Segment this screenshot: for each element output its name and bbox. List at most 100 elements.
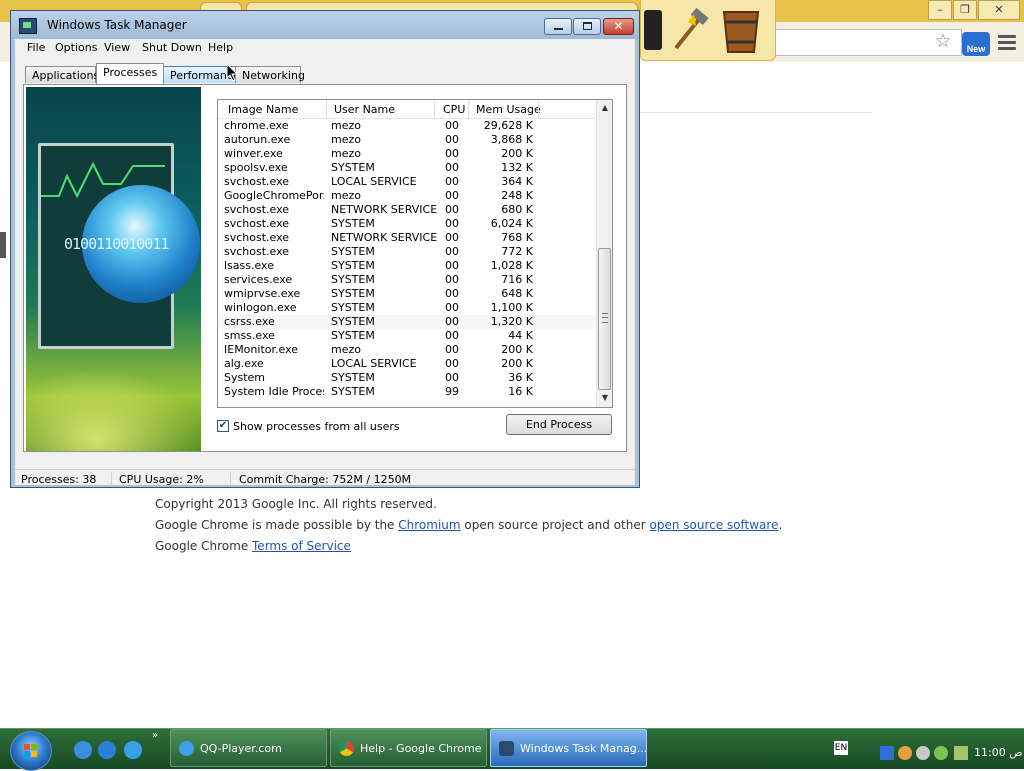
quicklaunch-ie-icon[interactable]: [98, 741, 116, 759]
vertical-scrollbar[interactable]: ▲ ▼: [596, 100, 612, 407]
tab-performance[interactable]: Performance: [163, 66, 240, 83]
tray-security-icon[interactable]: [934, 746, 948, 760]
chrome-minimize-button[interactable]: –: [928, 0, 952, 20]
status-commit-charge: Commit Charge: 752M / 1250M: [239, 473, 412, 486]
end-process-button[interactable]: End Process: [506, 414, 612, 435]
process-user-name: LOCAL SERVICE: [331, 357, 417, 370]
tab-processes[interactable]: Processes: [96, 63, 164, 84]
menu-options[interactable]: Options: [55, 41, 97, 54]
process-list-header: Image Name User Name CPU Mem Usage: [218, 100, 596, 119]
tos-prefix: Google Chrome: [155, 539, 253, 553]
process-user-name: mezo: [331, 147, 361, 160]
clock[interactable]: 11:00 ص: [974, 746, 1023, 759]
tray-network-icon[interactable]: [898, 746, 912, 760]
process-row[interactable]: smss.exe SYSTEM 00 44 K: [218, 329, 596, 343]
menu-help[interactable]: Help: [208, 41, 233, 54]
quicklaunch-qq-icon[interactable]: [124, 741, 142, 759]
close-icon: ✕: [613, 19, 624, 33]
process-user-name: mezo: [331, 343, 361, 356]
taskbar-item-label: QQ-Player.com: [200, 742, 282, 755]
chevron-icon[interactable]: »: [152, 730, 158, 741]
process-row[interactable]: csrss.exe SYSTEM 00 1,320 K: [218, 315, 596, 329]
process-row[interactable]: alg.exe LOCAL SERVICE 00 200 K: [218, 357, 596, 371]
task-manager-icon: [499, 741, 514, 756]
language-indicator[interactable]: EN: [834, 741, 848, 755]
maximize-button[interactable]: [573, 18, 601, 35]
scroll-up-icon[interactable]: ▲: [599, 101, 611, 115]
process-row[interactable]: services.exe SYSTEM 00 716 K: [218, 273, 596, 287]
process-row[interactable]: System SYSTEM 00 36 K: [218, 371, 596, 385]
tab-networking[interactable]: Networking: [235, 66, 305, 83]
col-cpu[interactable]: CPU: [443, 103, 465, 116]
scroll-thumb[interactable]: [598, 248, 611, 390]
process-row[interactable]: IEMonitor.exe mezo 00 200 K: [218, 343, 596, 357]
chrome-menu-icon[interactable]: [996, 32, 1018, 54]
process-mem-usage: 1,320 K: [490, 315, 533, 328]
process-row[interactable]: spoolsv.exe SYSTEM 00 132 K: [218, 161, 596, 175]
process-row[interactable]: svchost.exe NETWORK SERVICE 00 768 K: [218, 231, 596, 245]
open-source-link[interactable]: open source software: [649, 518, 778, 532]
col-mem-usage[interactable]: Mem Usage: [476, 103, 541, 116]
process-mem-usage: 3,868 K: [490, 133, 533, 146]
copyright-text: Copyright 2013 Google Inc. All rights re…: [155, 497, 437, 511]
menu-view[interactable]: View: [104, 41, 130, 54]
process-row[interactable]: wmiprvse.exe SYSTEM 00 648 K: [218, 287, 596, 301]
process-cpu: 00: [445, 245, 459, 258]
new-extension-icon[interactable]: New: [962, 32, 990, 56]
process-cpu: 00: [445, 259, 459, 272]
process-row[interactable]: lsass.exe SYSTEM 00 1,028 K: [218, 259, 596, 273]
side-grip: [0, 232, 6, 258]
process-user-name: SYSTEM: [331, 217, 375, 230]
tray-power-icon[interactable]: [954, 746, 968, 760]
process-row[interactable]: winver.exe mezo 00 200 K: [218, 147, 596, 161]
bookmark-star-icon[interactable]: ☆: [933, 31, 953, 51]
col-user-name[interactable]: User Name: [334, 103, 395, 116]
process-row[interactable]: chrome.exe mezo 00 29,628 K: [218, 119, 596, 133]
process-user-name: SYSTEM: [331, 329, 375, 342]
process-image-name: csrss.exe: [224, 315, 275, 328]
process-image-name: wmiprvse.exe: [224, 287, 301, 300]
scroll-down-icon[interactable]: ▼: [599, 391, 611, 405]
chrome-close-button[interactable]: ✕: [978, 0, 1020, 20]
process-row[interactable]: svchost.exe NETWORK SERVICE 00 680 K: [218, 203, 596, 217]
tray-volume-icon[interactable]: [916, 746, 930, 760]
new-badge-label: New: [966, 44, 986, 54]
taskbar-item-qq-player[interactable]: QQ-Player.com: [170, 729, 327, 767]
tray-app-icon[interactable]: [880, 746, 894, 760]
tshirt-icon[interactable]: [644, 10, 662, 50]
title-bar[interactable]: Windows Task Manager ✕: [11, 11, 639, 39]
process-list[interactable]: Image Name User Name CPU Mem Usage chrom…: [217, 99, 613, 408]
made-possible-suffix: .: [778, 518, 783, 532]
process-row[interactable]: svchost.exe SYSTEM 00 772 K: [218, 245, 596, 259]
status-processes: Processes: 38: [21, 473, 97, 486]
terms-of-service-link[interactable]: Terms of Service: [252, 539, 351, 553]
taskbar-item-task-manager[interactable]: Windows Task Manag...: [490, 729, 647, 767]
start-button[interactable]: [10, 731, 52, 771]
process-image-name: spoolsv.exe: [224, 161, 288, 174]
menu-file[interactable]: File: [27, 41, 45, 54]
chrome-maximize-button[interactable]: ❐: [953, 0, 977, 20]
process-cpu: 00: [445, 133, 459, 146]
process-image-name: svchost.exe: [224, 217, 290, 230]
quicklaunch-app-icon[interactable]: [74, 741, 92, 759]
close-button[interactable]: ✕: [603, 18, 634, 35]
hammer-icon[interactable]: [670, 8, 710, 52]
process-image-name: GoogleChromePor...: [224, 189, 324, 202]
bucket-icon[interactable]: [720, 6, 762, 54]
col-image-name[interactable]: Image Name: [228, 103, 298, 116]
process-row[interactable]: System Idle Process SYSTEM 99 16 K: [218, 385, 596, 399]
process-row[interactable]: winlogon.exe SYSTEM 00 1,100 K: [218, 301, 596, 315]
tab-applications[interactable]: Applications: [25, 66, 99, 83]
checkbox-box[interactable]: ✔: [217, 420, 229, 432]
minimize-button[interactable]: [544, 18, 572, 35]
process-row[interactable]: GoogleChromePor... mezo 00 248 K: [218, 189, 596, 203]
menu-shut-down[interactable]: Shut Down: [142, 41, 202, 54]
window-title: Windows Task Manager: [47, 18, 187, 32]
process-user-name: SYSTEM: [331, 245, 375, 258]
chromium-link[interactable]: Chromium: [398, 518, 460, 532]
process-row[interactable]: autorun.exe mezo 00 3,868 K: [218, 133, 596, 147]
taskbar-item-chrome[interactable]: Help - Google Chrome: [330, 729, 487, 767]
process-row[interactable]: svchost.exe LOCAL SERVICE 00 364 K: [218, 175, 596, 189]
process-row[interactable]: svchost.exe SYSTEM 00 6,024 K: [218, 217, 596, 231]
windows-logo-icon: [24, 744, 38, 758]
